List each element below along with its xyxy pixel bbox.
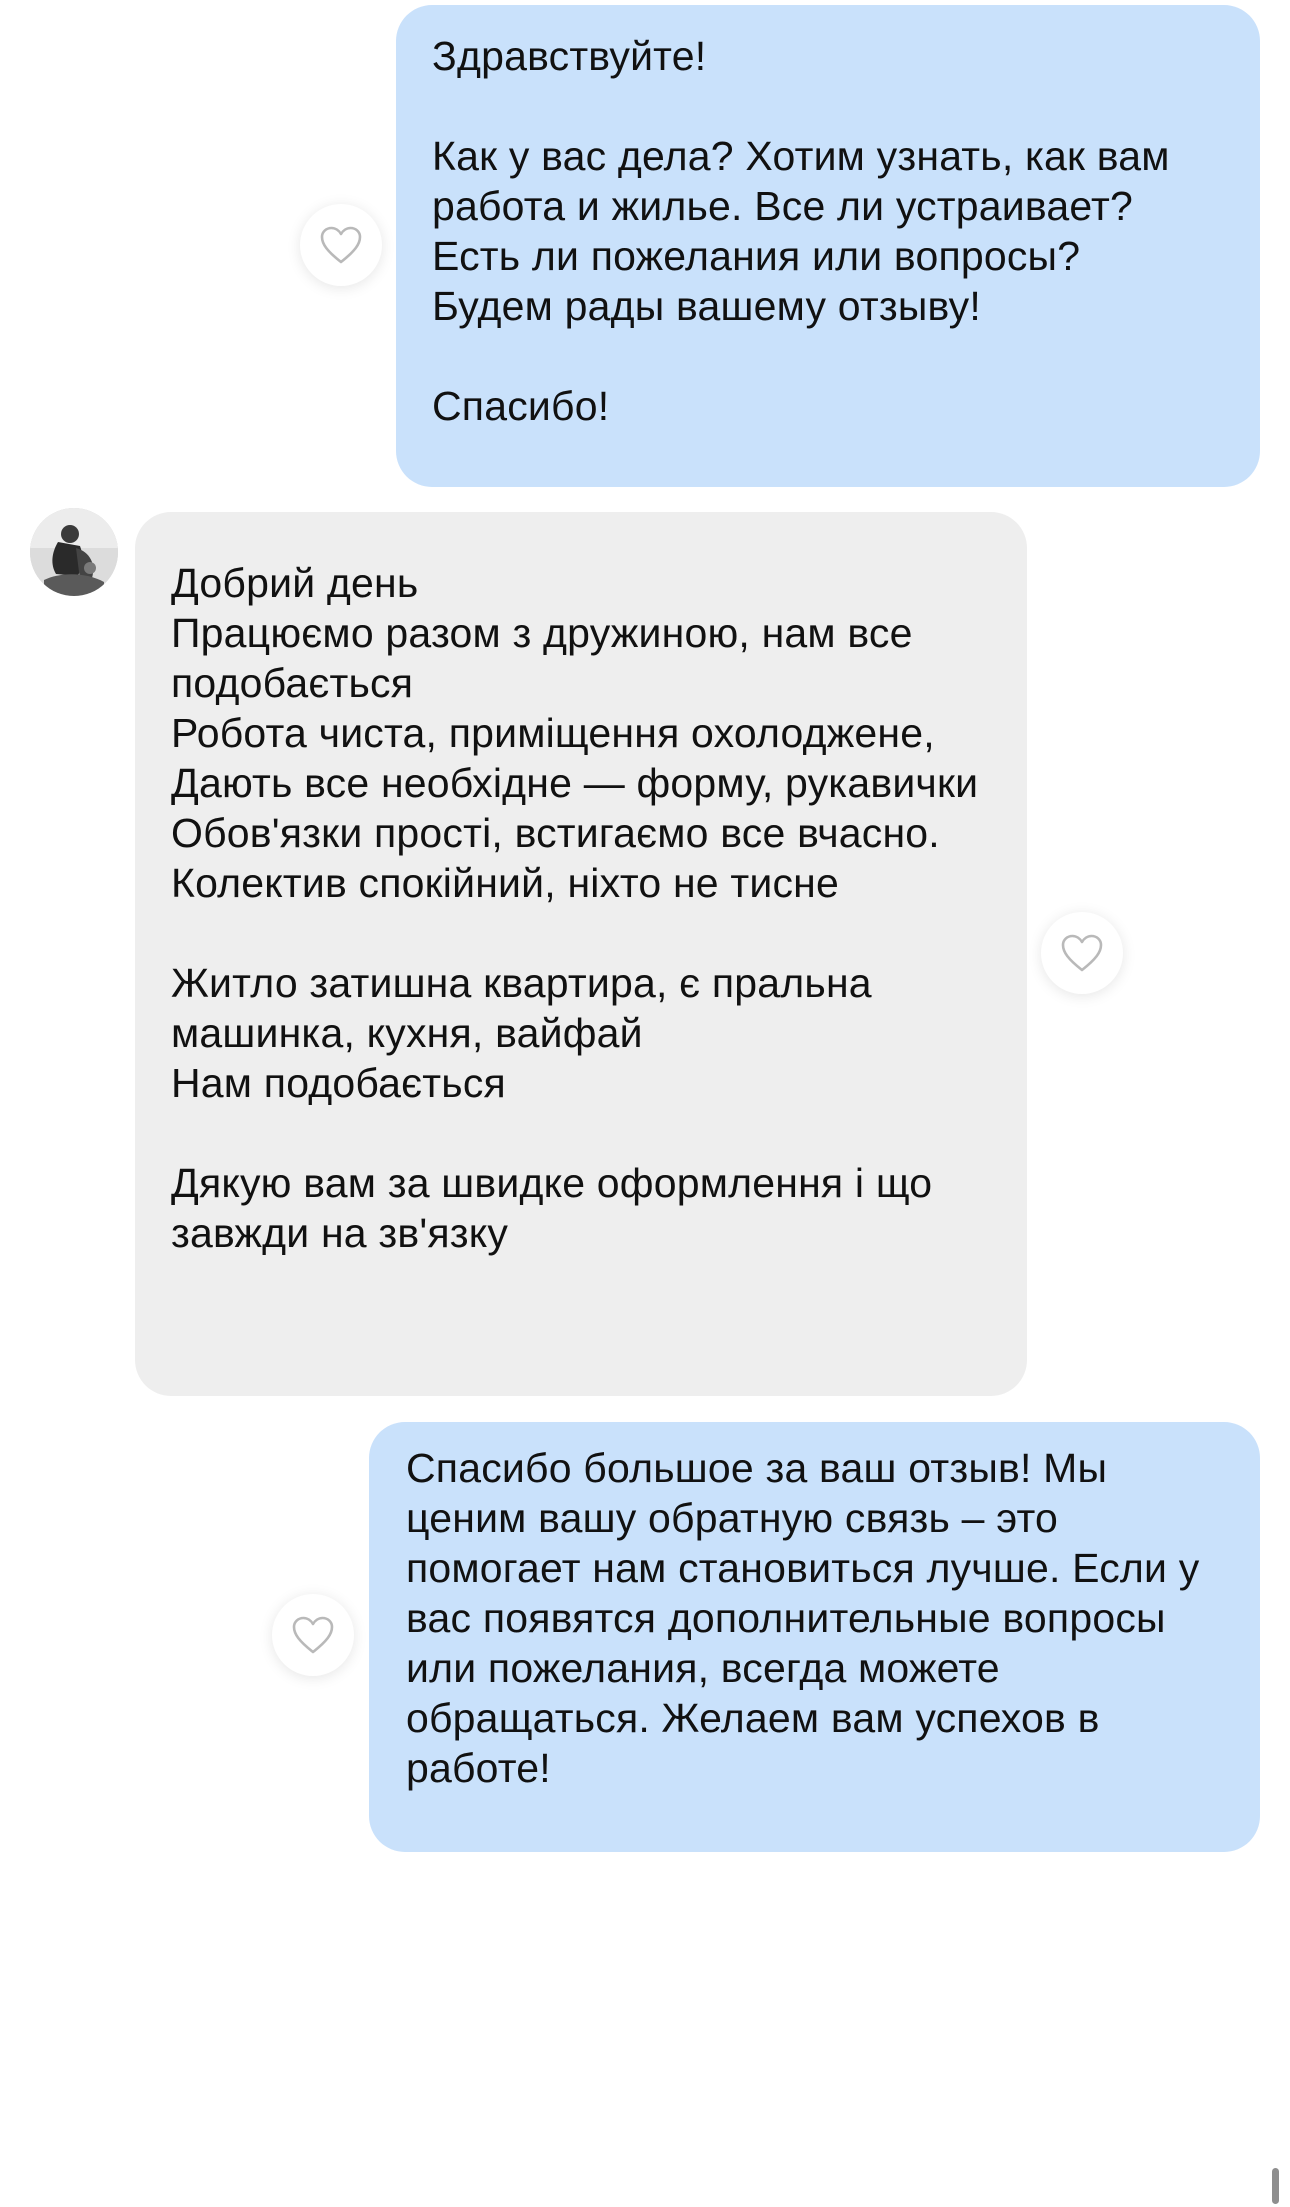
outgoing-message-bubble[interactable]: Здравствуйте! Как у вас дела? Хотим узна… [396, 5, 1260, 487]
incoming-message-bubble[interactable]: Добрий день Працюємо разом з дружиною, н… [135, 512, 1027, 1396]
like-button[interactable] [300, 204, 382, 286]
scrollbar[interactable] [1272, 2168, 1279, 2204]
message-text: Спасибо большое за ваш отзыв! Мы ценим в… [406, 1445, 1200, 1791]
avatar-photo [30, 508, 118, 596]
outgoing-message-bubble[interactable]: Спасибо большое за ваш отзыв! Мы ценим в… [369, 1422, 1260, 1852]
like-button[interactable] [1041, 912, 1123, 994]
heart-icon [1061, 934, 1103, 972]
message-text: Здравствуйте! Как у вас дела? Хотим узна… [432, 33, 1170, 429]
heart-icon [292, 1616, 334, 1654]
contact-avatar[interactable] [30, 508, 118, 596]
like-button[interactable] [272, 1594, 354, 1676]
heart-icon [320, 226, 362, 264]
message-text: Добрий день Працюємо разом з дружиною, н… [171, 560, 979, 1256]
